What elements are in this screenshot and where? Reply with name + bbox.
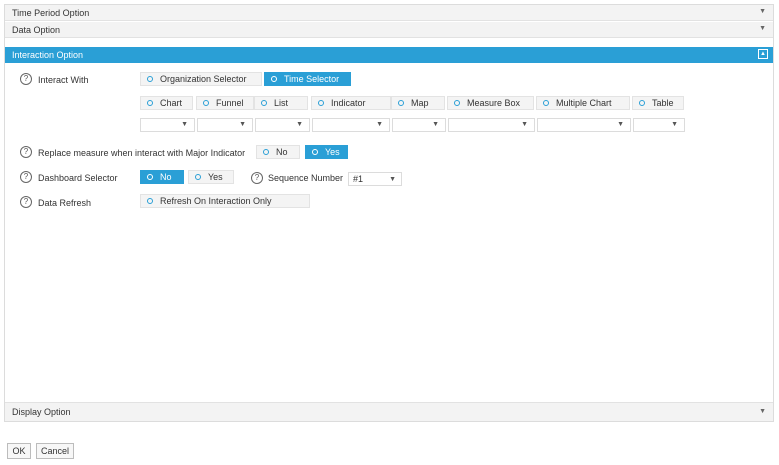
chevron-down-icon: ▼ xyxy=(671,121,678,128)
data-refresh-label: Data Refresh xyxy=(38,198,92,208)
accordion-interaction[interactable]: Interaction Option ▲ xyxy=(5,47,773,63)
accordion-display-label: Display Option xyxy=(12,407,71,417)
target-chart[interactable]: Chart xyxy=(140,96,193,110)
target-list-dropdown[interactable]: ▼ xyxy=(255,118,310,132)
dashboard-selector-label: Dashboard Selector xyxy=(38,173,118,183)
settings-panel: Time Period Option ▼ Data Option ▼ Inter… xyxy=(4,4,774,422)
ok-button[interactable]: OK xyxy=(7,443,31,459)
help-icon[interactable]: ? xyxy=(20,196,32,208)
chevron-down-icon: ▼ xyxy=(521,121,528,128)
dashboard-selector-no[interactable]: No xyxy=(140,170,184,184)
accordion-interaction-label: Interaction Option xyxy=(12,50,84,60)
sequence-number-label: Sequence Number xyxy=(268,173,344,183)
accordion-time-period[interactable]: Time Period Option ▼ xyxy=(5,5,773,21)
target-map-dropdown[interactable]: ▼ xyxy=(392,118,446,132)
dashboard-selector-yes[interactable]: Yes xyxy=(188,170,234,184)
help-icon[interactable]: ? xyxy=(20,171,32,183)
help-icon[interactable]: ? xyxy=(20,146,32,158)
sequence-number-select[interactable]: #1 ▼ xyxy=(348,172,402,186)
replace-measure-label: Replace measure when interact with Major… xyxy=(38,148,246,158)
data-refresh-option[interactable]: Refresh On Interaction Only xyxy=(140,194,310,208)
target-map[interactable]: Map xyxy=(391,96,445,110)
target-list[interactable]: List xyxy=(254,96,308,110)
target-table[interactable]: Table xyxy=(632,96,684,110)
help-icon[interactable]: ? xyxy=(251,172,263,184)
accordion-display[interactable]: Display Option ▼ xyxy=(5,402,773,421)
interact-with-label: Interact With xyxy=(38,75,89,85)
chevron-down-icon: ▼ xyxy=(759,8,766,15)
chevron-down-icon: ▼ xyxy=(432,121,439,128)
target-multiple-chart[interactable]: Multiple Chart xyxy=(536,96,630,110)
target-measure-box[interactable]: Measure Box xyxy=(447,96,534,110)
chevron-down-icon: ▼ xyxy=(759,25,766,32)
cancel-button[interactable]: Cancel xyxy=(36,443,74,459)
help-icon[interactable]: ? xyxy=(20,73,32,85)
target-table-dropdown[interactable]: ▼ xyxy=(633,118,685,132)
target-funnel-dropdown[interactable]: ▼ xyxy=(197,118,253,132)
chevron-down-icon: ▼ xyxy=(376,121,383,128)
target-measure-box-dropdown[interactable]: ▼ xyxy=(448,118,535,132)
accordion-time-period-label: Time Period Option xyxy=(12,8,90,18)
option-time-selector[interactable]: Time Selector xyxy=(264,72,351,86)
accordion-data[interactable]: Data Option ▼ xyxy=(5,22,773,38)
replace-measure-no[interactable]: No xyxy=(256,145,300,159)
chevron-down-icon: ▼ xyxy=(389,176,396,183)
chevron-down-icon: ▼ xyxy=(181,121,188,128)
replace-measure-yes[interactable]: Yes xyxy=(305,145,348,159)
target-funnel[interactable]: Funnel xyxy=(196,96,254,110)
target-multiple-chart-dropdown[interactable]: ▼ xyxy=(537,118,631,132)
collapse-icon[interactable]: ▲ xyxy=(758,49,768,59)
chevron-down-icon: ▼ xyxy=(617,121,624,128)
chevron-down-icon: ▼ xyxy=(759,408,766,415)
option-organization-selector[interactable]: Organization Selector xyxy=(140,72,262,86)
chevron-down-icon: ▼ xyxy=(239,121,246,128)
sequence-number-value: #1 xyxy=(353,174,364,184)
accordion-data-label: Data Option xyxy=(12,25,61,35)
chevron-down-icon: ▼ xyxy=(296,121,303,128)
target-indicator[interactable]: Indicator xyxy=(311,96,391,110)
target-chart-dropdown[interactable]: ▼ xyxy=(140,118,195,132)
target-indicator-dropdown[interactable]: ▼ xyxy=(312,118,390,132)
